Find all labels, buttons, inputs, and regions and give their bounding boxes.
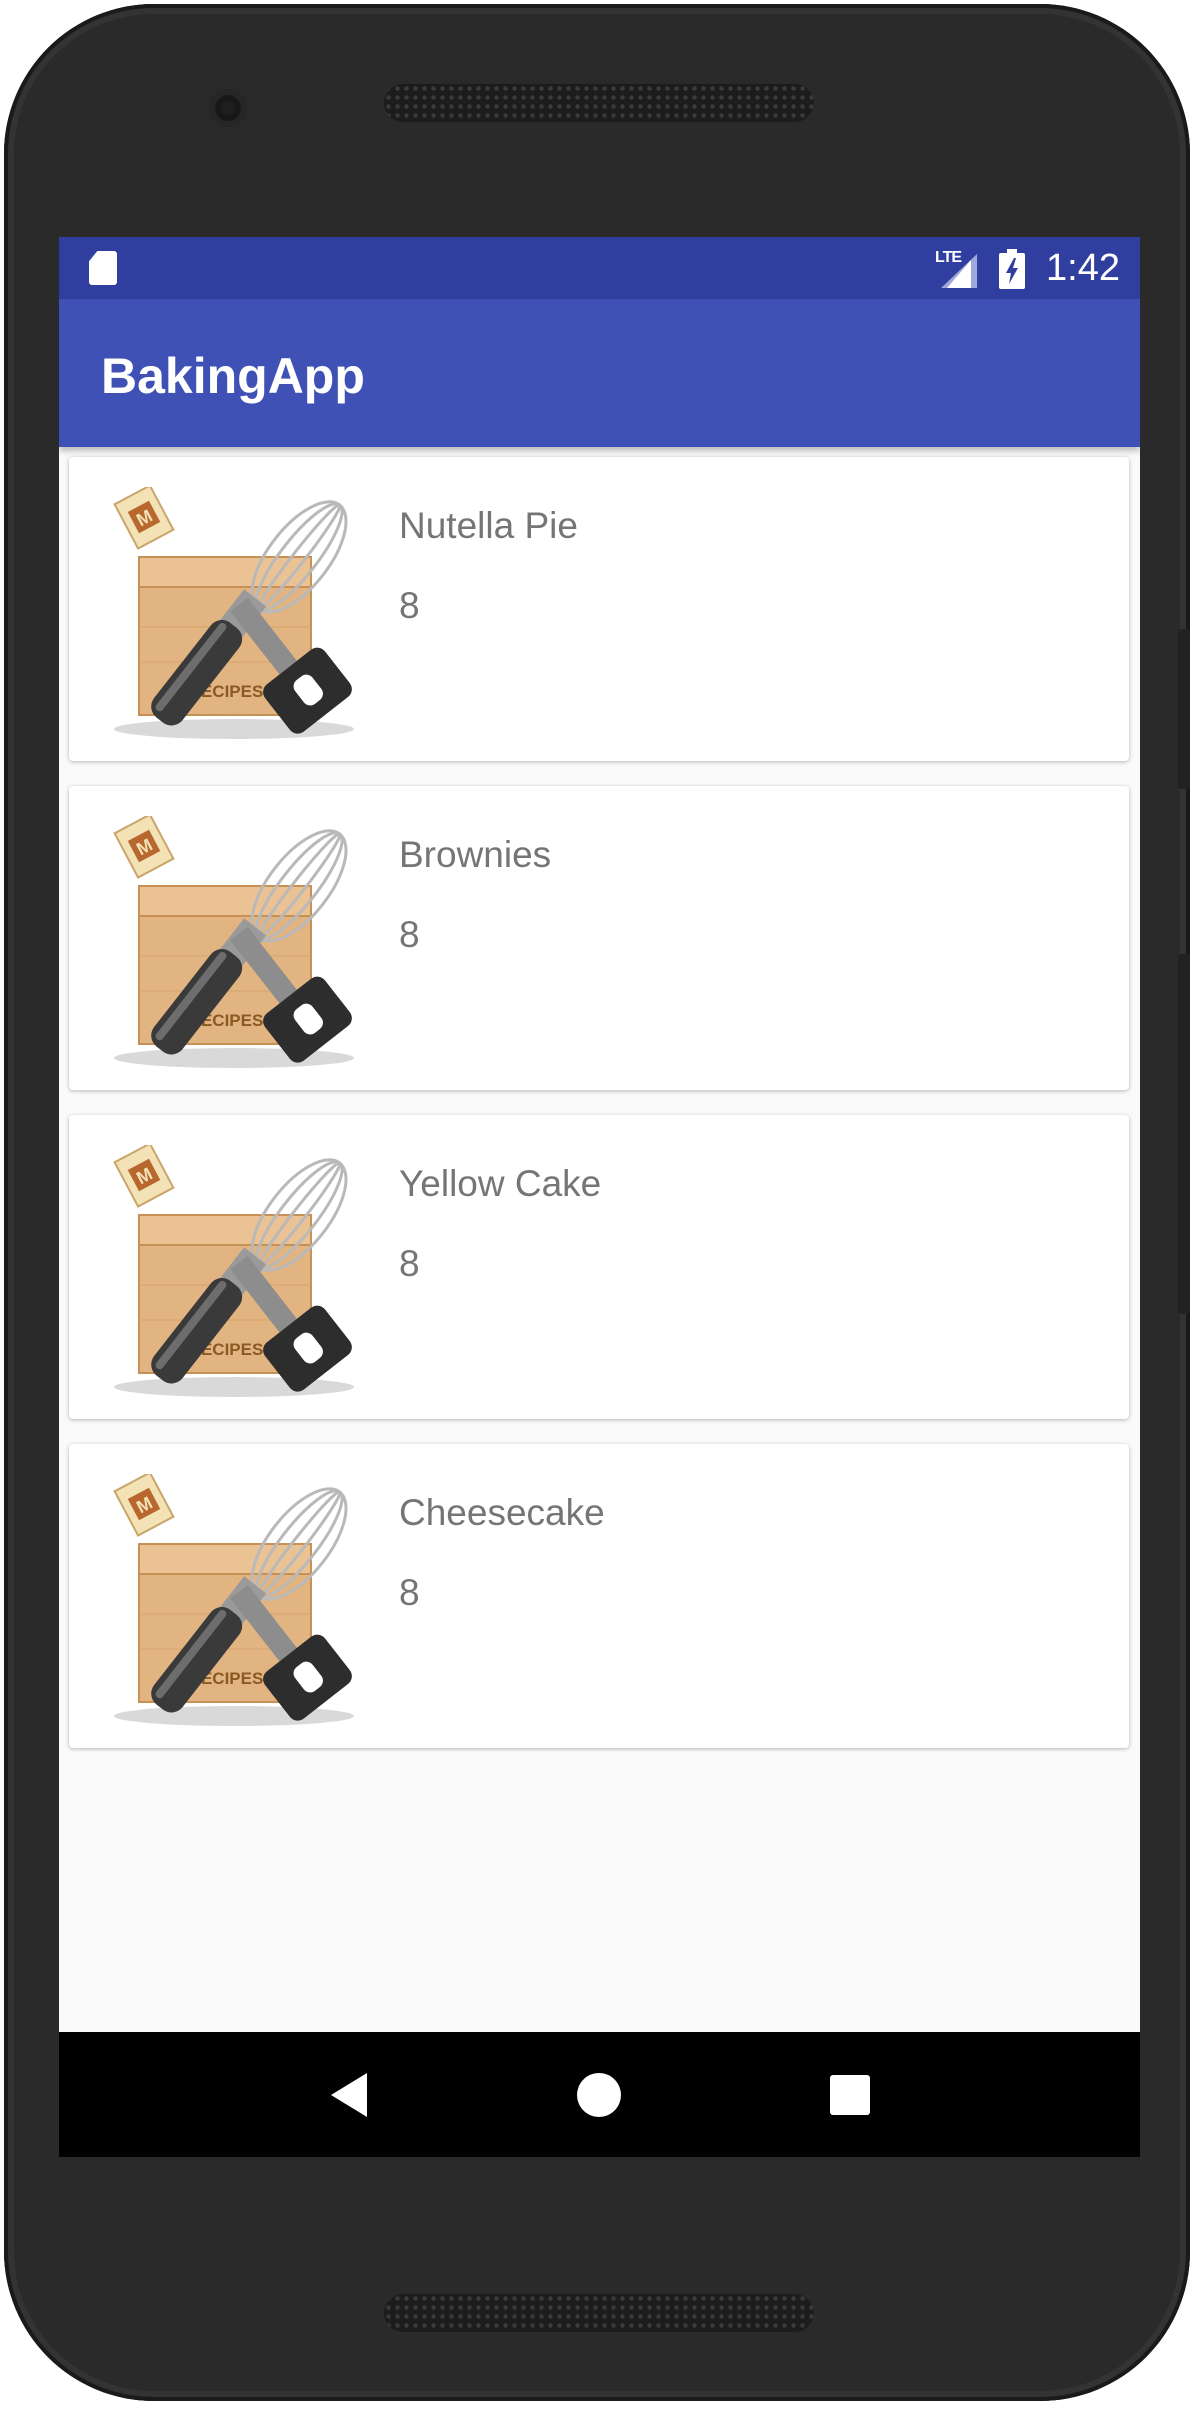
status-bar: LTE 1:42	[59, 237, 1140, 299]
phone-side-button-power	[1178, 629, 1190, 789]
recipe-card-1[interactable]: RECIPES M Brownies 8	[69, 786, 1129, 1090]
recipe-card-0[interactable]: RECIPES M Nutella Pie 8	[69, 457, 1129, 761]
recipe-image: RECIPES M	[113, 487, 354, 739]
app-title: BakingApp	[101, 348, 365, 404]
battery-charging-icon	[999, 249, 1025, 289]
recipe-name: Brownies	[399, 834, 552, 875]
recipe-card-3[interactable]: RECIPES M Cheesecake 8	[69, 1444, 1129, 1748]
front-camera	[209, 89, 247, 127]
back-icon	[331, 2072, 367, 2117]
recents-icon	[830, 2074, 870, 2115]
recipe-image: RECIPES M	[113, 816, 354, 1068]
sd-card-icon	[89, 251, 117, 285]
recipe-name: Yellow Cake	[399, 1163, 602, 1204]
home-button[interactable]	[524, 2032, 674, 2157]
recipe-name: Cheesecake	[399, 1492, 605, 1533]
phone-side-button-volume	[1178, 954, 1190, 1314]
recipe-servings: 8	[399, 914, 420, 955]
recipe-image: RECIPES M	[113, 1474, 354, 1726]
top-speaker	[384, 84, 814, 122]
recents-button[interactable]	[775, 2032, 925, 2157]
phone-frame: LTE 1:42 BakingApp RECIPES M Nutella Pie…	[4, 4, 1190, 2401]
status-clock: 1:42	[1046, 247, 1120, 289]
recipe-card-2[interactable]: RECIPES M Yellow Cake 8	[69, 1115, 1129, 1419]
recipe-name: Nutella Pie	[399, 505, 578, 546]
back-button[interactable]	[274, 2032, 424, 2157]
signal-icon	[941, 254, 977, 288]
recipe-image: RECIPES M	[113, 1145, 354, 1397]
screen: LTE 1:42 BakingApp RECIPES M Nutella Pie…	[59, 237, 1140, 2157]
home-icon	[577, 2072, 621, 2117]
recipe-servings: 8	[399, 1572, 420, 1613]
recipe-servings: 8	[399, 1243, 420, 1284]
app-bar: BakingApp	[59, 299, 1140, 447]
navigation-bar	[59, 2032, 1140, 2157]
bottom-speaker	[384, 2294, 814, 2332]
recipe-list: RECIPES M Nutella Pie 8 RECIPES M Browni…	[69, 457, 1129, 1773]
recipe-servings: 8	[399, 585, 420, 626]
